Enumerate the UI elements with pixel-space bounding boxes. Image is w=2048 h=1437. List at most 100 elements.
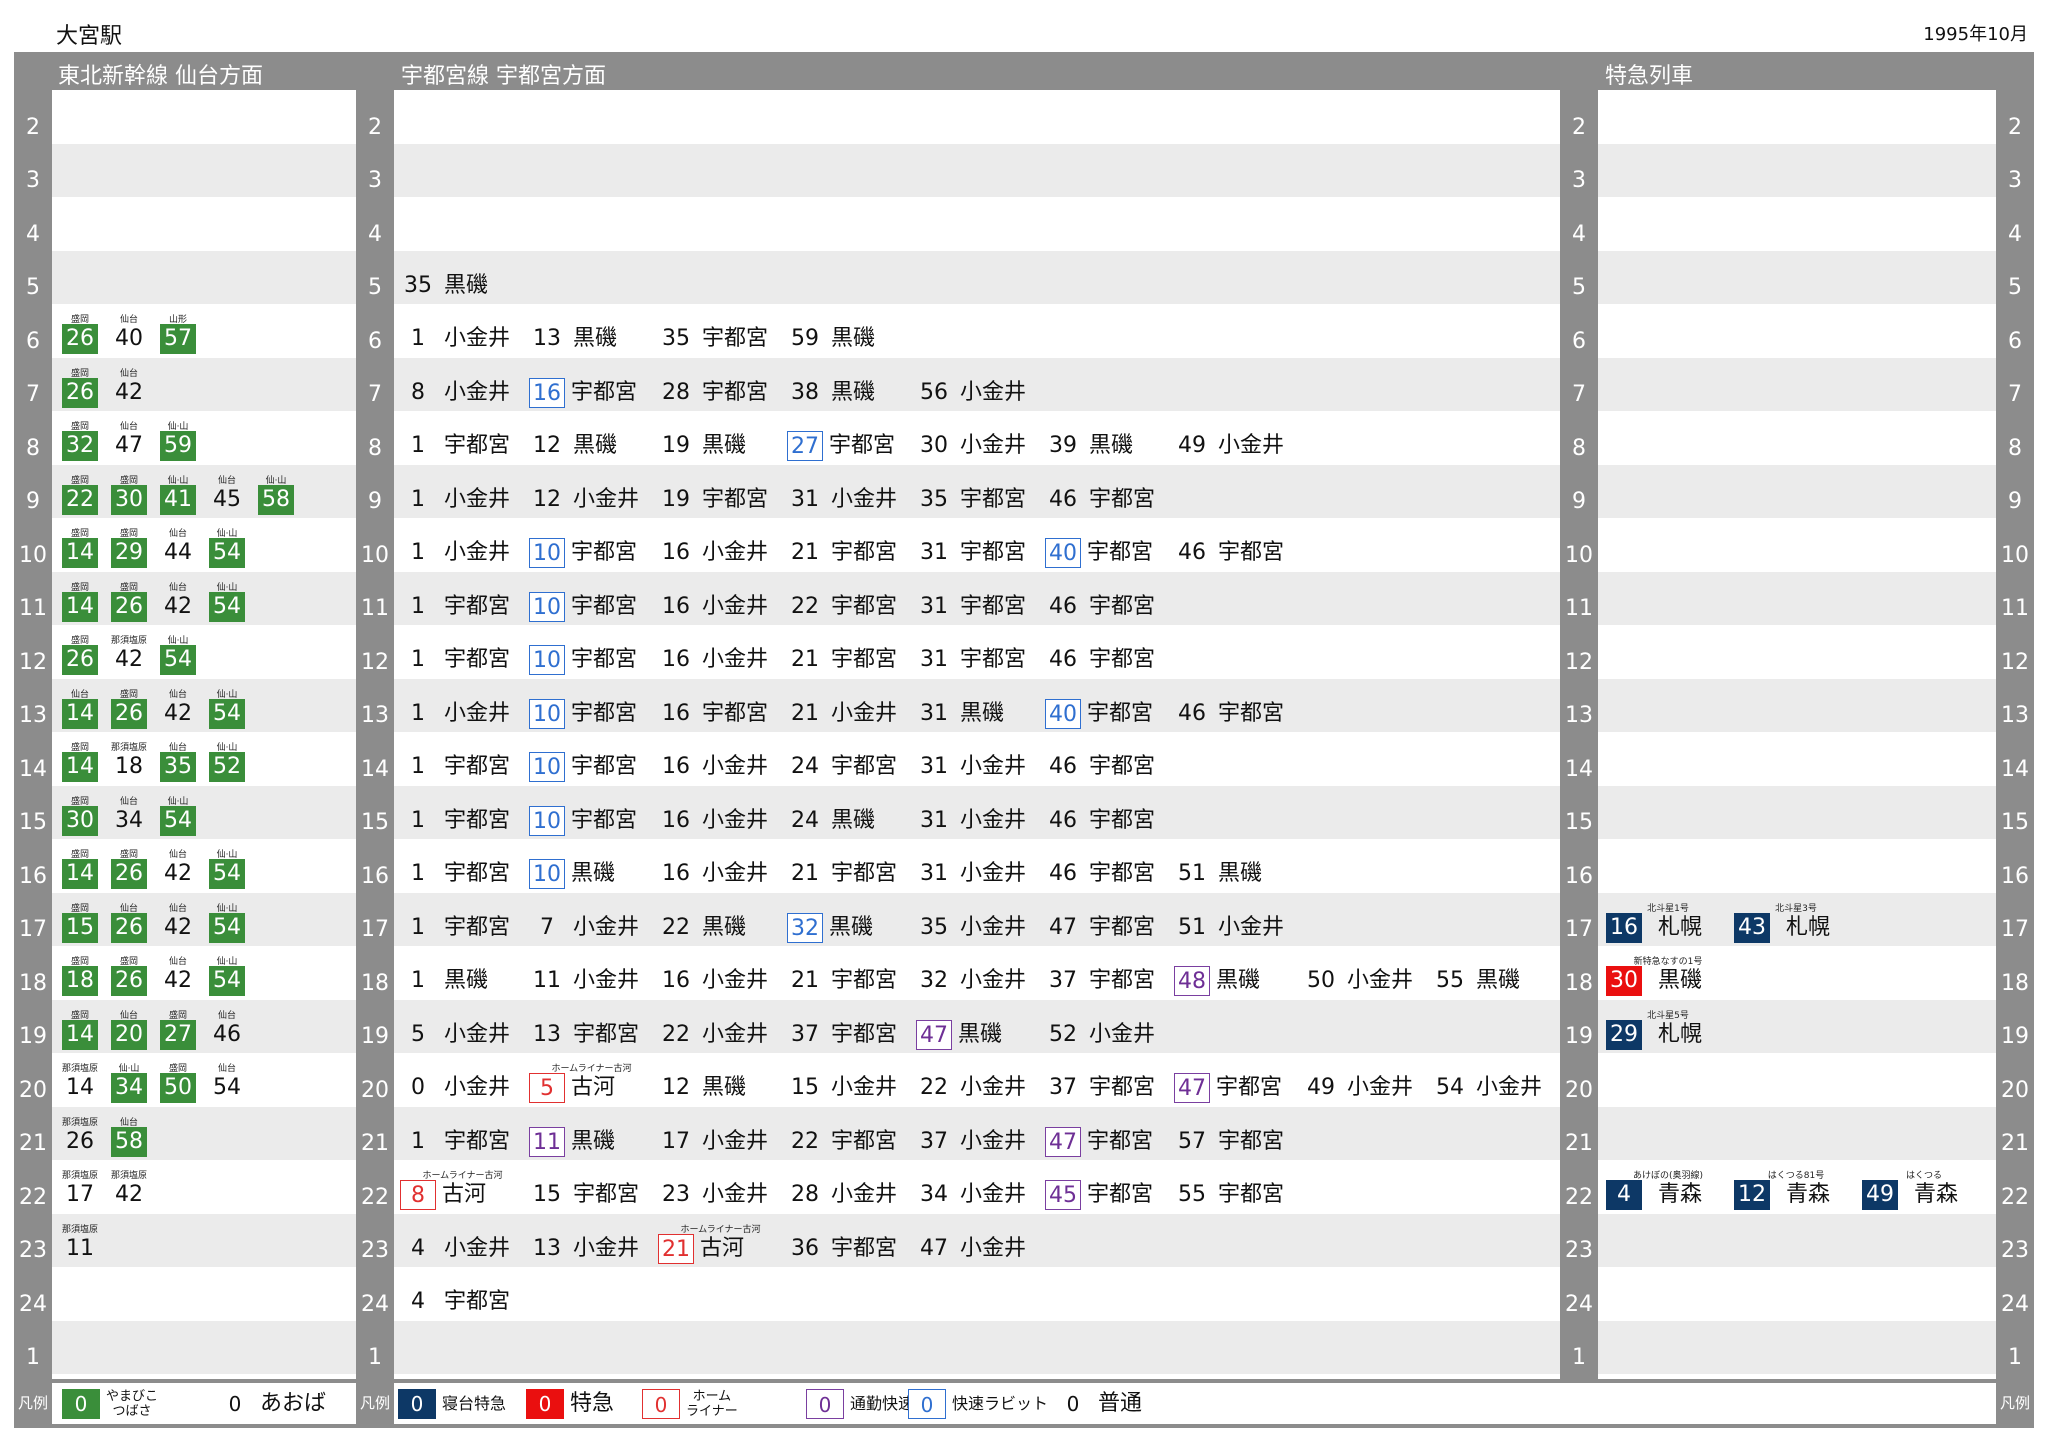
departure-minute: 18 bbox=[115, 754, 143, 779]
legend-text: 寝台特急 bbox=[442, 1394, 507, 1413]
hour-row bbox=[1598, 197, 1996, 251]
departure-minute: 41 bbox=[160, 484, 196, 515]
destination: 宇都宮 bbox=[571, 540, 638, 565]
utsunomiya-departure: 1 小金井 bbox=[400, 314, 525, 354]
departure-minute: 55 bbox=[1436, 968, 1464, 993]
destination: 宇都宮 bbox=[831, 1021, 898, 1047]
departure-minute: 4 bbox=[1606, 1180, 1642, 1210]
departure-minute: 16 bbox=[529, 377, 565, 408]
departure-minute: 14 bbox=[62, 698, 98, 729]
utsunomiya-departure: 35 小金井 bbox=[916, 903, 1041, 943]
destination: 宇都宮 bbox=[1087, 540, 1154, 565]
destination: 青森 bbox=[1786, 1182, 1831, 1207]
departure-minute: 21 bbox=[791, 968, 819, 993]
utsunomiya-departure: 47 小金井 bbox=[916, 1224, 1041, 1264]
departure-minute: 16 bbox=[662, 754, 690, 779]
destination: 宇都宮 bbox=[444, 1128, 511, 1154]
utsunomiya-departure: 47 宇都宮 bbox=[1045, 903, 1170, 943]
departure-minute: 37 bbox=[1049, 968, 1077, 993]
shinkansen-departure: 仙台 42 bbox=[160, 956, 196, 996]
destination: 黒磯 bbox=[702, 1075, 747, 1100]
departure-minute: 40 bbox=[1045, 698, 1081, 729]
departure-minute: 14 bbox=[62, 1019, 98, 1050]
shinkansen-departure: 仙台 42 bbox=[160, 582, 196, 622]
destination: 小金井 bbox=[1218, 914, 1285, 940]
hour-label: 12 bbox=[19, 649, 47, 675]
hour-row bbox=[1598, 625, 1996, 679]
destination: 宇都宮 bbox=[444, 1289, 511, 1314]
hour-label: 24 bbox=[19, 1291, 47, 1317]
departure-minute: 30 bbox=[111, 484, 147, 515]
departure-minute: 14 bbox=[62, 591, 98, 622]
departure-minute: 35 bbox=[920, 486, 948, 512]
utsunomiya-departure: 59 黒磯 bbox=[787, 314, 912, 354]
shinkansen-departure: 盛岡 26 bbox=[111, 849, 147, 889]
hour-label: 13 bbox=[19, 703, 47, 728]
utsunomiya-departure: 11 小金井 bbox=[529, 956, 654, 996]
utsunomiya-departure: 10 宇都宮 bbox=[529, 582, 654, 622]
departure-minute: 17 bbox=[66, 1182, 94, 1207]
destination: 小金井 bbox=[1347, 968, 1414, 993]
destination: 黒磯 bbox=[573, 433, 618, 458]
departure-minute: 5 bbox=[529, 1073, 565, 1103]
hour-label: 14 bbox=[361, 756, 389, 782]
utsunomiya-departure: 32 黒磯 bbox=[787, 903, 912, 943]
hour-label: 15 bbox=[361, 810, 389, 835]
destination: 宇都宮 bbox=[1089, 861, 1156, 886]
destination: 古河 bbox=[571, 1075, 616, 1100]
departure-minute: 31 bbox=[920, 807, 948, 833]
legend-label-right: 凡例 bbox=[1999, 1394, 2030, 1412]
departure-minute: 13 bbox=[533, 1021, 561, 1047]
destination: 宇都宮 bbox=[702, 326, 769, 351]
destination: 宇都宮 bbox=[444, 807, 511, 833]
utsunomiya-departure: 21 宇都宮 bbox=[787, 528, 912, 568]
utsunomiya-departure: 22 宇都宮 bbox=[787, 582, 912, 622]
hour-label: 18 bbox=[19, 970, 47, 996]
departure-minute: 54 bbox=[1436, 1075, 1464, 1100]
shinkansen-departure: 仙台 26 bbox=[111, 903, 147, 943]
hour-label: 11 bbox=[19, 596, 47, 621]
destination: 小金井 bbox=[960, 968, 1027, 993]
shinkansen-departure: 盛岡 14 bbox=[62, 849, 98, 889]
hour-row bbox=[1598, 518, 1996, 572]
hour-label: 22 bbox=[361, 1184, 389, 1210]
departure-minute: 46 bbox=[1049, 807, 1077, 833]
destination: 黒磯 bbox=[1218, 861, 1263, 886]
destination: 黒磯 bbox=[573, 326, 618, 351]
destination: 青森 bbox=[1914, 1182, 1959, 1207]
departure-minute: 51 bbox=[1178, 861, 1206, 886]
departure-minute: 15 bbox=[791, 1075, 819, 1100]
utsunomiya-departure: 57 宇都宮 bbox=[1174, 1117, 1299, 1157]
utsunomiya-departure: 19 宇都宮 bbox=[658, 475, 783, 515]
departure-minute: 46 bbox=[1049, 754, 1077, 779]
utsunomiya-departure: 1 宇都宮 bbox=[400, 582, 525, 622]
destination: 宇都宮 bbox=[960, 647, 1027, 672]
departure-minute: 54 bbox=[160, 805, 196, 836]
departure-minute: 36 bbox=[791, 1235, 819, 1261]
departure-minute: 21 bbox=[791, 700, 819, 726]
utsunomiya-departure: 37 宇都宮 bbox=[1045, 1063, 1170, 1103]
departure-minute: 18 bbox=[62, 966, 98, 996]
utsunomiya-departure: 37 宇都宮 bbox=[1045, 956, 1170, 996]
shinkansen-panel: 盛岡 26 仙台 40 山形 57 盛岡 26 仙台 42 盛岡 32 仙台 47 仙·山 59 盛岡 22 盛岡 3… bbox=[52, 90, 356, 1379]
utsunomiya-departure: 40 宇都宮 bbox=[1045, 689, 1170, 729]
departure-minute: 11 bbox=[66, 1235, 94, 1261]
section-title-shinkansen: 東北新幹線 仙台方面 bbox=[58, 64, 263, 89]
departure-minute: 35 bbox=[920, 914, 948, 940]
departure-minute: 26 bbox=[111, 591, 147, 622]
express-departure: あけぼの(奥羽線) 4 青森 bbox=[1606, 1170, 1730, 1210]
legend-swatch: 0 bbox=[806, 1389, 844, 1419]
destination: 小金井 bbox=[831, 1182, 898, 1207]
destination: 黒磯 bbox=[831, 379, 876, 405]
destination: 宇都宮 bbox=[831, 861, 898, 886]
destination: 小金井 bbox=[960, 1182, 1027, 1207]
utsunomiya-departure: 38 黒磯 bbox=[787, 368, 912, 408]
hour-label: 5 bbox=[1572, 275, 1586, 300]
utsunomiya-departure: 47 宇都宮 bbox=[1045, 1117, 1170, 1157]
shinkansen-departure: 盛岡 26 bbox=[111, 582, 147, 622]
destination: 宇都宮 bbox=[831, 968, 898, 993]
destination: 小金井 bbox=[831, 1075, 898, 1100]
departure-minute: 32 bbox=[787, 912, 823, 943]
utsunomiya-departure: 37 宇都宮 bbox=[787, 1010, 912, 1050]
destination: 小金井 bbox=[831, 486, 898, 512]
